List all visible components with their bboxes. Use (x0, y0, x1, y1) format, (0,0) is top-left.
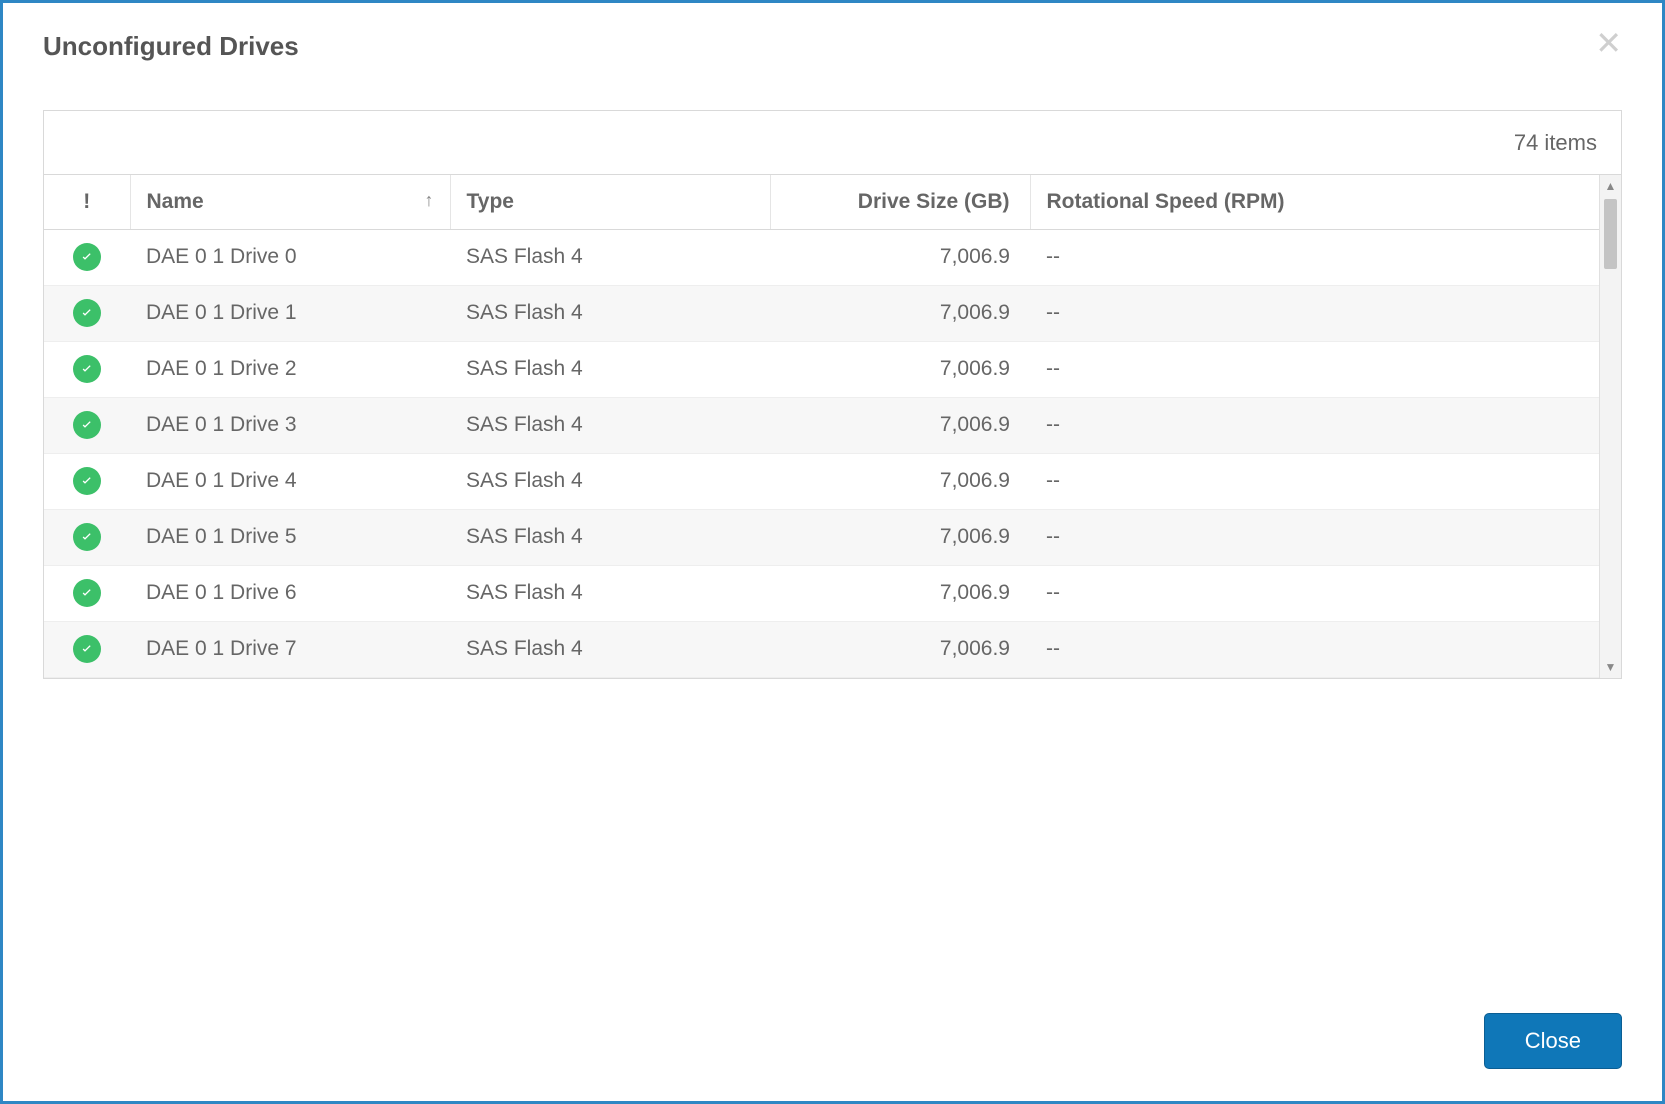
check-circle-icon (73, 467, 101, 495)
col-header-rpm[interactable]: Rotational Speed (RPM) (1030, 175, 1599, 229)
table-grid: ! Name ↑ Type Drive Size (GB) Rotational… (44, 175, 1621, 678)
table-row[interactable]: DAE 0 1 Drive 2SAS Flash 47,006.9-- (44, 341, 1599, 397)
cell-name: DAE 0 1 Drive 5 (130, 509, 450, 565)
cell-type: SAS Flash 4 (450, 341, 770, 397)
check-circle-icon (73, 243, 101, 271)
table-header: ! Name ↑ Type Drive Size (GB) Rotational… (44, 175, 1599, 229)
cell-status (44, 341, 130, 397)
check-circle-icon (73, 523, 101, 551)
cell-status (44, 453, 130, 509)
cell-type: SAS Flash 4 (450, 397, 770, 453)
check-circle-icon (73, 635, 101, 663)
drives-table-container: 74 items ! Name ↑ Type (43, 110, 1622, 679)
table-toolbar: 74 items (44, 111, 1621, 175)
cell-status (44, 285, 130, 341)
cell-rpm: -- (1030, 341, 1599, 397)
cell-size: 7,006.9 (770, 621, 1030, 677)
check-circle-icon (73, 411, 101, 439)
cell-name: DAE 0 1 Drive 3 (130, 397, 450, 453)
scroll-down-icon[interactable]: ▼ (1600, 656, 1621, 678)
cell-type: SAS Flash 4 (450, 453, 770, 509)
cell-rpm: -- (1030, 621, 1599, 677)
cell-size: 7,006.9 (770, 565, 1030, 621)
cell-rpm: -- (1030, 285, 1599, 341)
cell-status (44, 565, 130, 621)
cell-status (44, 229, 130, 285)
check-circle-icon (73, 579, 101, 607)
cell-size: 7,006.9 (770, 341, 1030, 397)
table-row[interactable]: DAE 0 1 Drive 3SAS Flash 47,006.9-- (44, 397, 1599, 453)
check-circle-icon (73, 299, 101, 327)
table-row[interactable]: DAE 0 1 Drive 5SAS Flash 47,006.9-- (44, 509, 1599, 565)
table-row[interactable]: DAE 0 1 Drive 1SAS Flash 47,006.9-- (44, 285, 1599, 341)
table-row[interactable]: DAE 0 1 Drive 4SAS Flash 47,006.9-- (44, 453, 1599, 509)
cell-type: SAS Flash 4 (450, 285, 770, 341)
cell-status (44, 397, 130, 453)
check-circle-icon (73, 355, 101, 383)
cell-type: SAS Flash 4 (450, 621, 770, 677)
scroll-thumb[interactable] (1604, 199, 1617, 269)
cell-rpm: -- (1030, 229, 1599, 285)
scroll-up-icon[interactable]: ▲ (1600, 175, 1621, 197)
close-icon[interactable]: ✕ (1595, 27, 1622, 59)
cell-type: SAS Flash 4 (450, 565, 770, 621)
cell-rpm: -- (1030, 509, 1599, 565)
cell-type: SAS Flash 4 (450, 229, 770, 285)
cell-name: DAE 0 1 Drive 6 (130, 565, 450, 621)
cell-rpm: -- (1030, 397, 1599, 453)
table-row[interactable]: DAE 0 1 Drive 7SAS Flash 47,006.9-- (44, 621, 1599, 677)
close-button[interactable]: Close (1484, 1013, 1622, 1069)
dialog-footer: Close (43, 993, 1622, 1069)
col-header-type[interactable]: Type (450, 175, 770, 229)
cell-status (44, 621, 130, 677)
dialog-title: Unconfigured Drives (43, 31, 299, 62)
cell-size: 7,006.9 (770, 229, 1030, 285)
col-header-status[interactable]: ! (44, 175, 130, 229)
table-row[interactable]: DAE 0 1 Drive 0SAS Flash 47,006.9-- (44, 229, 1599, 285)
table-row[interactable]: DAE 0 1 Drive 6SAS Flash 47,006.9-- (44, 565, 1599, 621)
scroll-track[interactable] (1600, 197, 1621, 656)
cell-type: SAS Flash 4 (450, 509, 770, 565)
dialog-header: Unconfigured Drives ✕ (43, 31, 1622, 62)
cell-name: DAE 0 1 Drive 0 (130, 229, 450, 285)
col-header-size[interactable]: Drive Size (GB) (770, 175, 1030, 229)
table-body-wrap: ! Name ↑ Type Drive Size (GB) Rotational… (44, 175, 1599, 678)
sort-asc-icon: ↑ (425, 190, 434, 211)
cell-size: 7,006.9 (770, 453, 1030, 509)
cell-size: 7,006.9 (770, 285, 1030, 341)
vertical-scrollbar[interactable]: ▲ ▼ (1599, 175, 1621, 678)
cell-name: DAE 0 1 Drive 1 (130, 285, 450, 341)
cell-rpm: -- (1030, 565, 1599, 621)
table-body: DAE 0 1 Drive 0SAS Flash 47,006.9--DAE 0… (44, 229, 1599, 677)
unconfigured-drives-dialog: Unconfigured Drives ✕ 74 items ! Name (0, 0, 1665, 1104)
cell-name: DAE 0 1 Drive 2 (130, 341, 450, 397)
cell-size: 7,006.9 (770, 509, 1030, 565)
cell-rpm: -- (1030, 453, 1599, 509)
cell-status (44, 509, 130, 565)
drives-table: ! Name ↑ Type Drive Size (GB) Rotational… (44, 175, 1599, 678)
cell-name: DAE 0 1 Drive 7 (130, 621, 450, 677)
col-header-name[interactable]: Name ↑ (130, 175, 450, 229)
item-count-label: 74 items (1514, 130, 1597, 156)
cell-name: DAE 0 1 Drive 4 (130, 453, 450, 509)
cell-size: 7,006.9 (770, 397, 1030, 453)
